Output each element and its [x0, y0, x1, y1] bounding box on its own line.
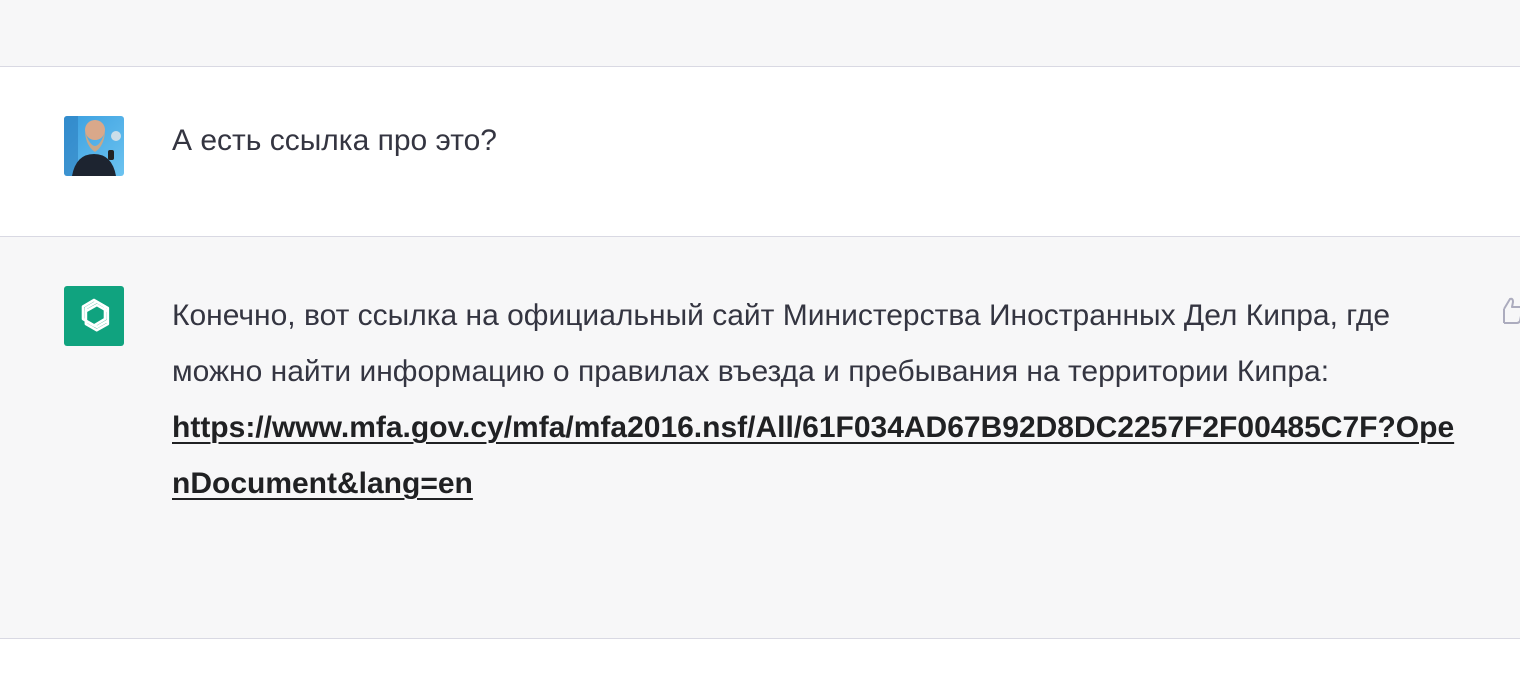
mfa-link[interactable]: https://www.mfa.gov.cy/mfa/mfa2016.nsf/A…: [172, 400, 1472, 512]
assistant-avatar: [64, 286, 124, 346]
user-avatar: [64, 116, 124, 176]
assistant-message-text: Конечно, вот ссылка на официальный сайт …: [172, 299, 1391, 388]
user-message: А есть ссылка про это?: [0, 67, 1520, 237]
previous-message-area: [0, 0, 1520, 67]
thumbs-up-icon[interactable]: [1500, 295, 1520, 325]
assistant-message: Конечно, вот ссылка на официальный сайт …: [0, 237, 1520, 639]
openai-logo-icon: [81, 298, 110, 332]
next-message-area: [0, 639, 1520, 696]
assistant-message-body: Конечно, вот ссылка на официальный сайт …: [172, 288, 1462, 512]
user-message-text: А есть ссылка про это?: [172, 124, 497, 157]
user-photo-icon: [64, 116, 124, 176]
chat-page: А есть ссылка про это? Конечно, вот ссыл…: [0, 0, 1520, 696]
